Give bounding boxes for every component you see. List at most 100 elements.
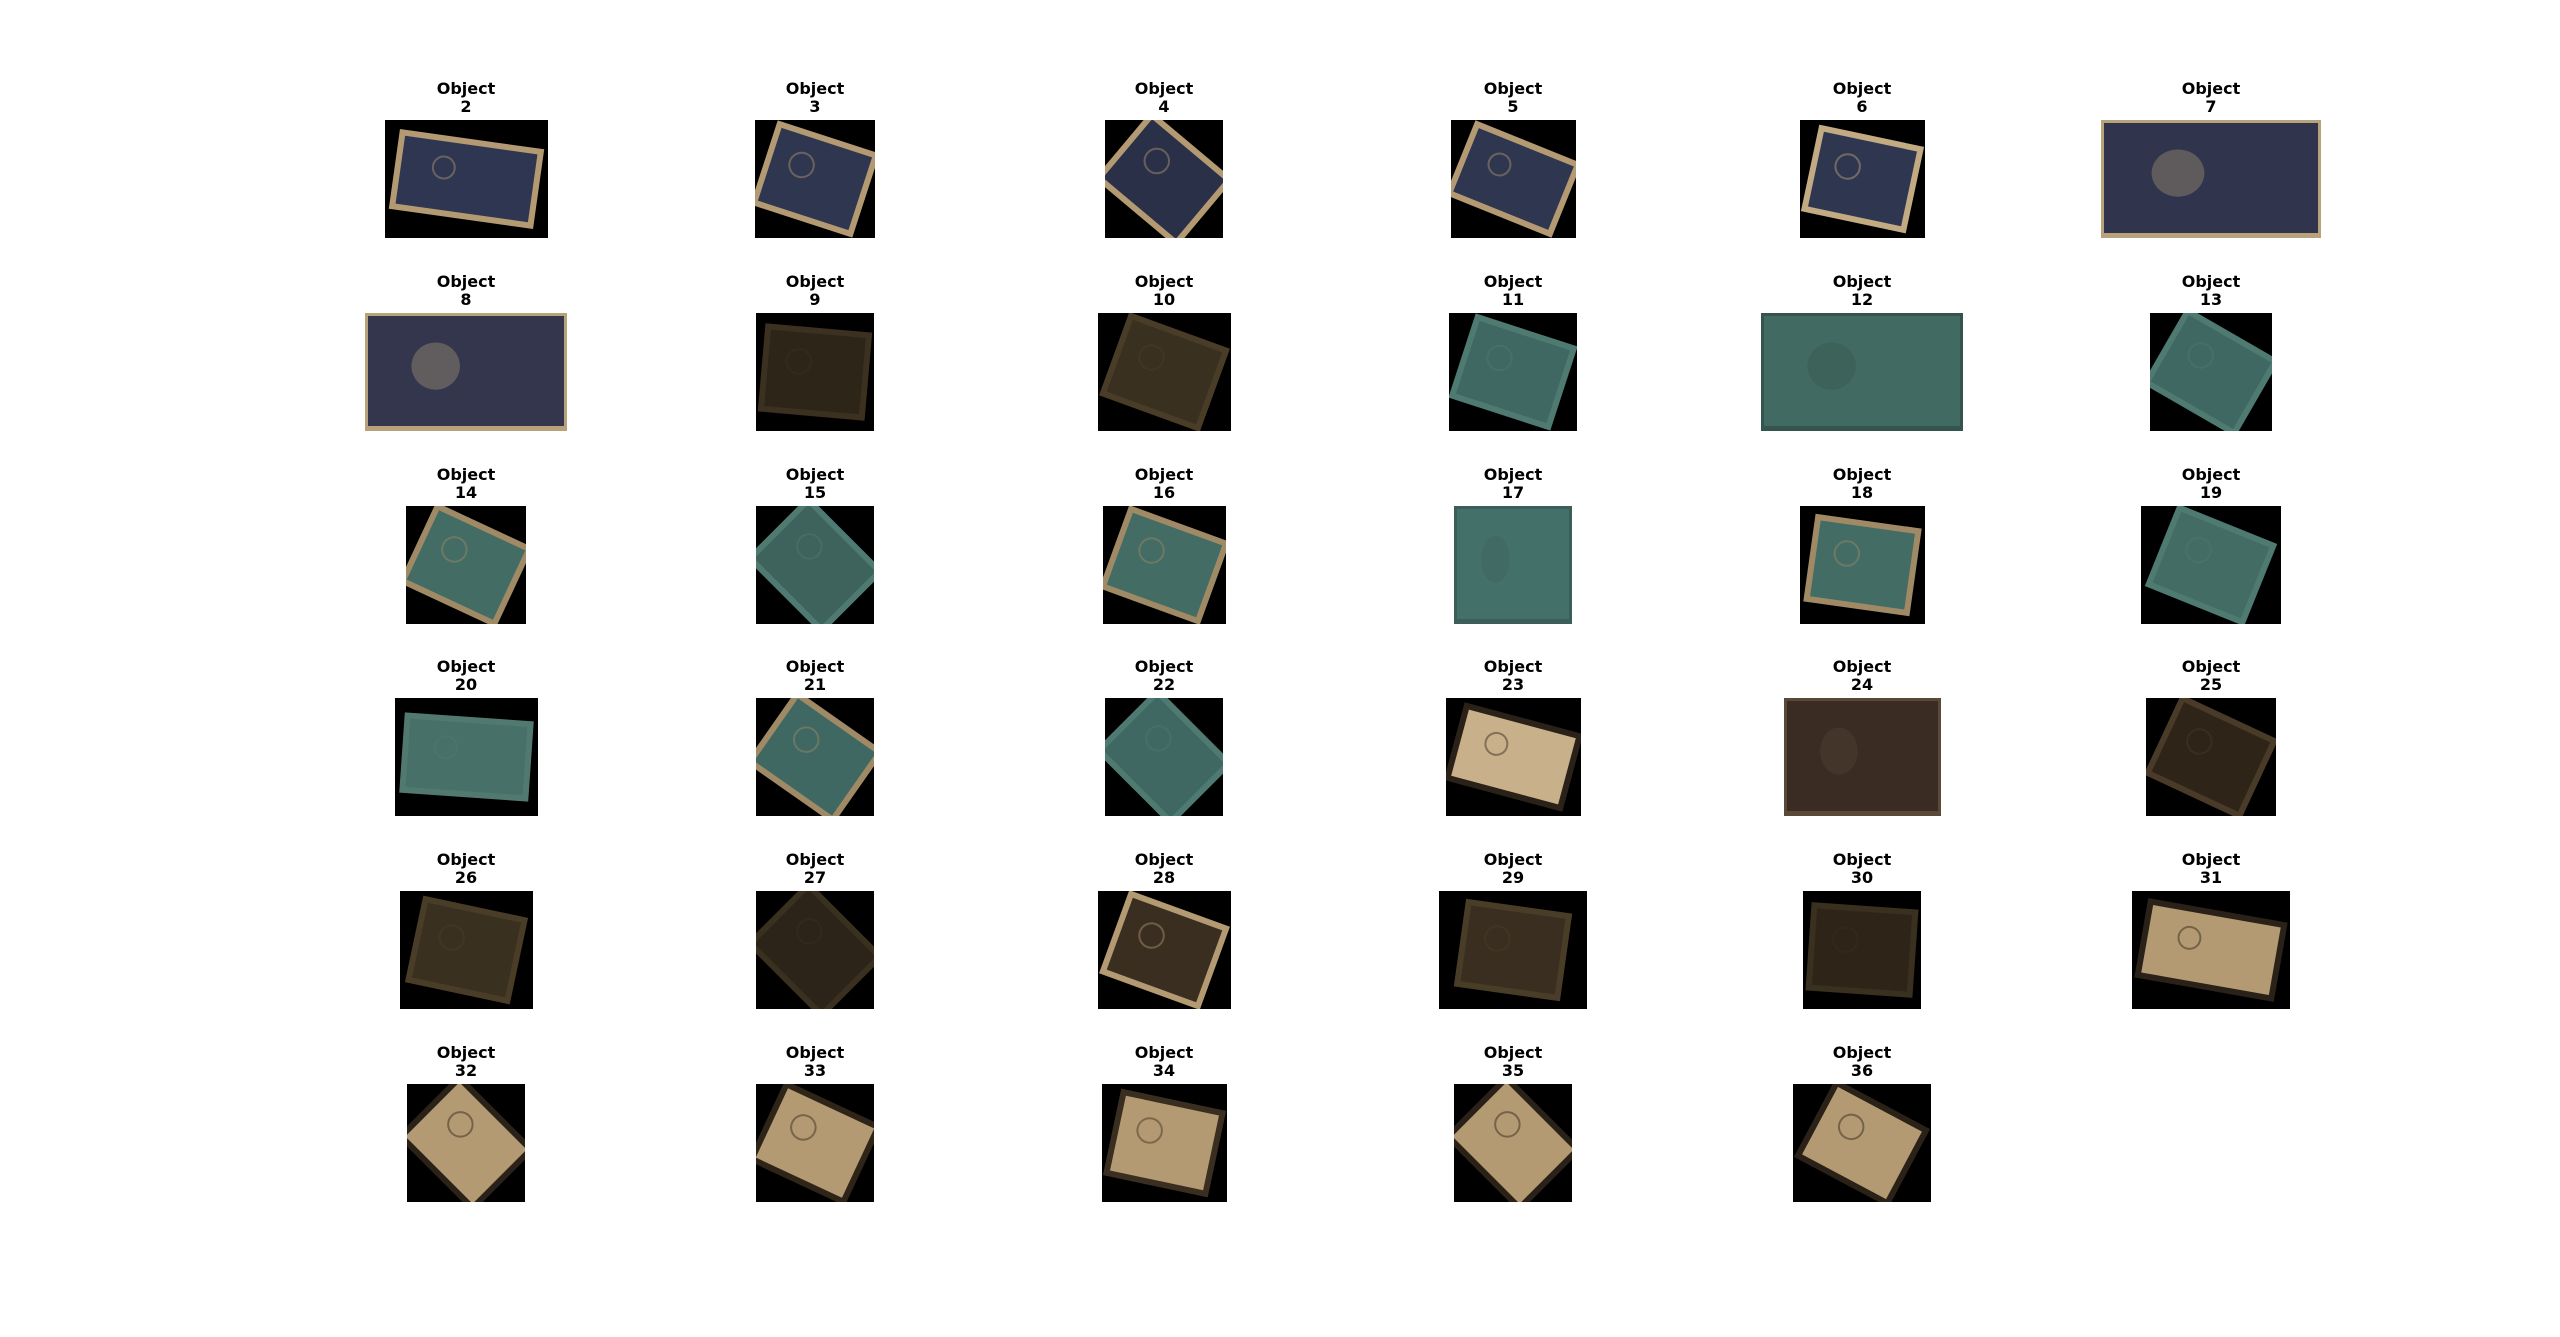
object-title-label: Object: [1832, 79, 1892, 98]
object-title-number: 23: [1501, 675, 1525, 694]
object-title-label: Object: [785, 850, 845, 869]
object-crop-image: [1793, 1084, 1931, 1202]
object-title-number: 21: [803, 675, 827, 694]
object-title: Object 30: [1747, 851, 1977, 887]
object-title-label: Object: [1832, 657, 1892, 676]
object-panel: Object 5: [1398, 80, 1628, 250]
object-crop-image: [1805, 902, 1919, 998]
object-panel: Object 33: [700, 1044, 930, 1214]
object-title-label: Object: [785, 1043, 845, 1062]
object-panel: Object 29: [1398, 851, 1628, 1021]
object-title: Object 34: [1049, 1044, 1279, 1080]
object-title: Object 23: [1398, 658, 1628, 694]
object-crop-group: [406, 506, 526, 624]
object-thumbnail: [1783, 698, 1941, 816]
object-title-label: Object: [436, 850, 496, 869]
object-title-number: 10: [1152, 290, 1176, 309]
object-title-number: 31: [2199, 868, 2223, 887]
object-panel: Object 11: [1398, 273, 1628, 443]
object-title: Object 24: [1747, 658, 1977, 694]
object-crop-group: [1098, 891, 1230, 1009]
object-crop-group: [1793, 1084, 1931, 1202]
object-crop-body: [756, 1088, 874, 1198]
object-thumbnail: [394, 698, 538, 816]
object-title: Object 3: [700, 80, 930, 116]
object-title-number: 5: [1507, 97, 1519, 116]
object-thumbnail: [756, 506, 874, 624]
object-title: Object 26: [351, 851, 581, 887]
object-title: Object 32: [351, 1044, 581, 1080]
object-thumbnail: [756, 313, 874, 431]
object-panel: Object 14: [351, 466, 581, 636]
object-crop-group: [757, 323, 873, 421]
object-title: Object 18: [1747, 466, 1977, 502]
object-thumbnail: [1454, 1084, 1572, 1202]
object-panel: Object 21: [700, 658, 930, 828]
object-crop-body: [756, 891, 874, 1009]
object-crop-body: [2104, 123, 2318, 233]
object-title-number: 8: [460, 290, 472, 309]
object-title-number: 32: [454, 1061, 478, 1080]
object-thumbnail: [365, 313, 567, 431]
object-title-number: 36: [1850, 1061, 1874, 1080]
object-title-number: 2: [460, 97, 472, 116]
object-panel: Object 10: [1049, 273, 1279, 443]
object-thumbnail: [755, 120, 875, 238]
object-title-label: Object: [1483, 272, 1543, 291]
object-title-label: Object: [436, 272, 496, 291]
object-title: Object 11: [1398, 273, 1628, 309]
object-crop-group: [407, 1084, 525, 1202]
object-crop-body: [1764, 316, 1960, 426]
object-thumbnail: [1101, 1084, 1227, 1202]
object-panel: Object 22: [1049, 658, 1279, 828]
object-thumbnail: [384, 120, 548, 238]
object-title-label: Object: [1483, 79, 1543, 98]
object-crop-body: [764, 329, 866, 415]
object-crop-body: [1811, 908, 1913, 992]
object-thumbnail: [2101, 120, 2321, 238]
object-crop-group: [756, 891, 874, 1009]
object-thumbnail: [1799, 506, 1925, 624]
object-title: Object 20: [351, 658, 581, 694]
object-panel: Object 26: [351, 851, 581, 1021]
object-title-label: Object: [2181, 79, 2241, 98]
object-thumbnail: [1439, 891, 1587, 1009]
object-crop-body: [1457, 509, 1569, 619]
object-title: Object 31: [2096, 851, 2326, 887]
object-panel: Object 3: [700, 80, 930, 250]
object-thumbnail: [756, 1084, 874, 1202]
object-crop-group: [756, 1084, 874, 1202]
object-thumbnail: [2150, 313, 2272, 431]
object-crop-image: [1454, 1084, 1572, 1202]
object-title-label: Object: [1134, 79, 1194, 98]
object-panel: Object 8: [351, 273, 581, 443]
object-crop-group: [2144, 506, 2278, 624]
object-title-label: Object: [1483, 465, 1543, 484]
object-title-number: 11: [1501, 290, 1525, 309]
object-panel: Object 16: [1049, 466, 1279, 636]
object-crop-body: [1460, 905, 1566, 995]
object-crop-body: [756, 506, 874, 624]
object-panel: Object 19: [2096, 466, 2326, 636]
object-crop-group: [388, 129, 544, 229]
object-crop-group: [1805, 902, 1919, 998]
object-panel: Object 6: [1747, 80, 1977, 250]
object-thumbnail: [756, 891, 874, 1009]
object-title-label: Object: [1832, 850, 1892, 869]
object-crop-image: [1783, 698, 1941, 816]
object-crop-group: [398, 712, 534, 802]
object-title-label: Object: [785, 272, 845, 291]
object-thumbnail: [1097, 891, 1231, 1009]
object-crop-body: [1809, 520, 1915, 610]
object-panel: Object 9: [700, 273, 930, 443]
object-panel: Object 36: [1747, 1044, 1977, 1214]
object-title: Object 7: [2096, 80, 2326, 116]
object-crop-group: [1105, 698, 1223, 816]
object-crop-image: [2144, 506, 2278, 624]
object-panel: Object 28: [1049, 851, 1279, 1021]
object-title: Object 12: [1747, 273, 1977, 309]
object-title: Object 28: [1049, 851, 1279, 887]
object-panel: Object 17: [1398, 466, 1628, 636]
object-title: Object 35: [1398, 1044, 1628, 1080]
object-crop-highlight: [2151, 149, 2205, 197]
